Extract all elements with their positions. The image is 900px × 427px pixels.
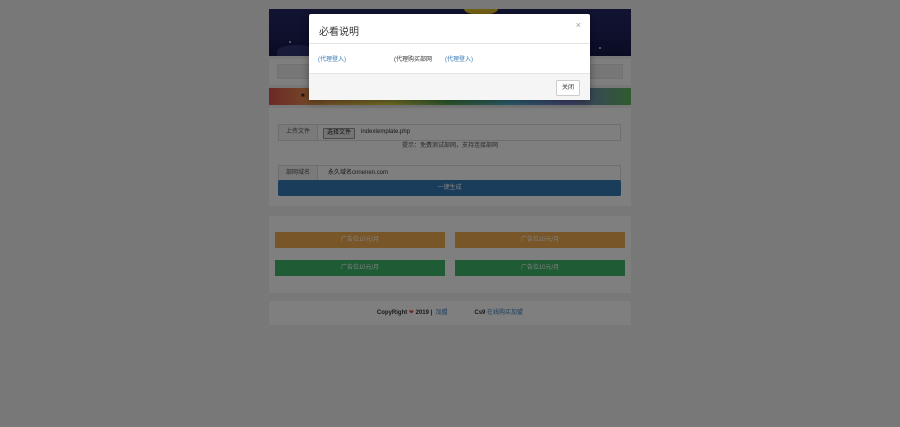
close-icon[interactable]: ×	[576, 20, 581, 30]
modal-body: (代理登入) (代理购买部网 (代理登入)	[309, 44, 590, 72]
agent-login-link-2[interactable]: (代理登入)	[445, 54, 473, 63]
modal-title: 必看说明	[319, 27, 359, 38]
modal-header: 必看说明 ×	[309, 14, 590, 44]
close-button[interactable]: 关闭	[555, 80, 580, 96]
modal-footer: 关闭	[309, 73, 590, 100]
notice-modal: 必看说明 × (代理登入) (代理购买部网 (代理登入) 关闭	[309, 14, 590, 100]
agent-buy-text: (代理购买部网	[394, 57, 432, 63]
agent-login-link[interactable]: (代理登入)	[318, 54, 346, 63]
